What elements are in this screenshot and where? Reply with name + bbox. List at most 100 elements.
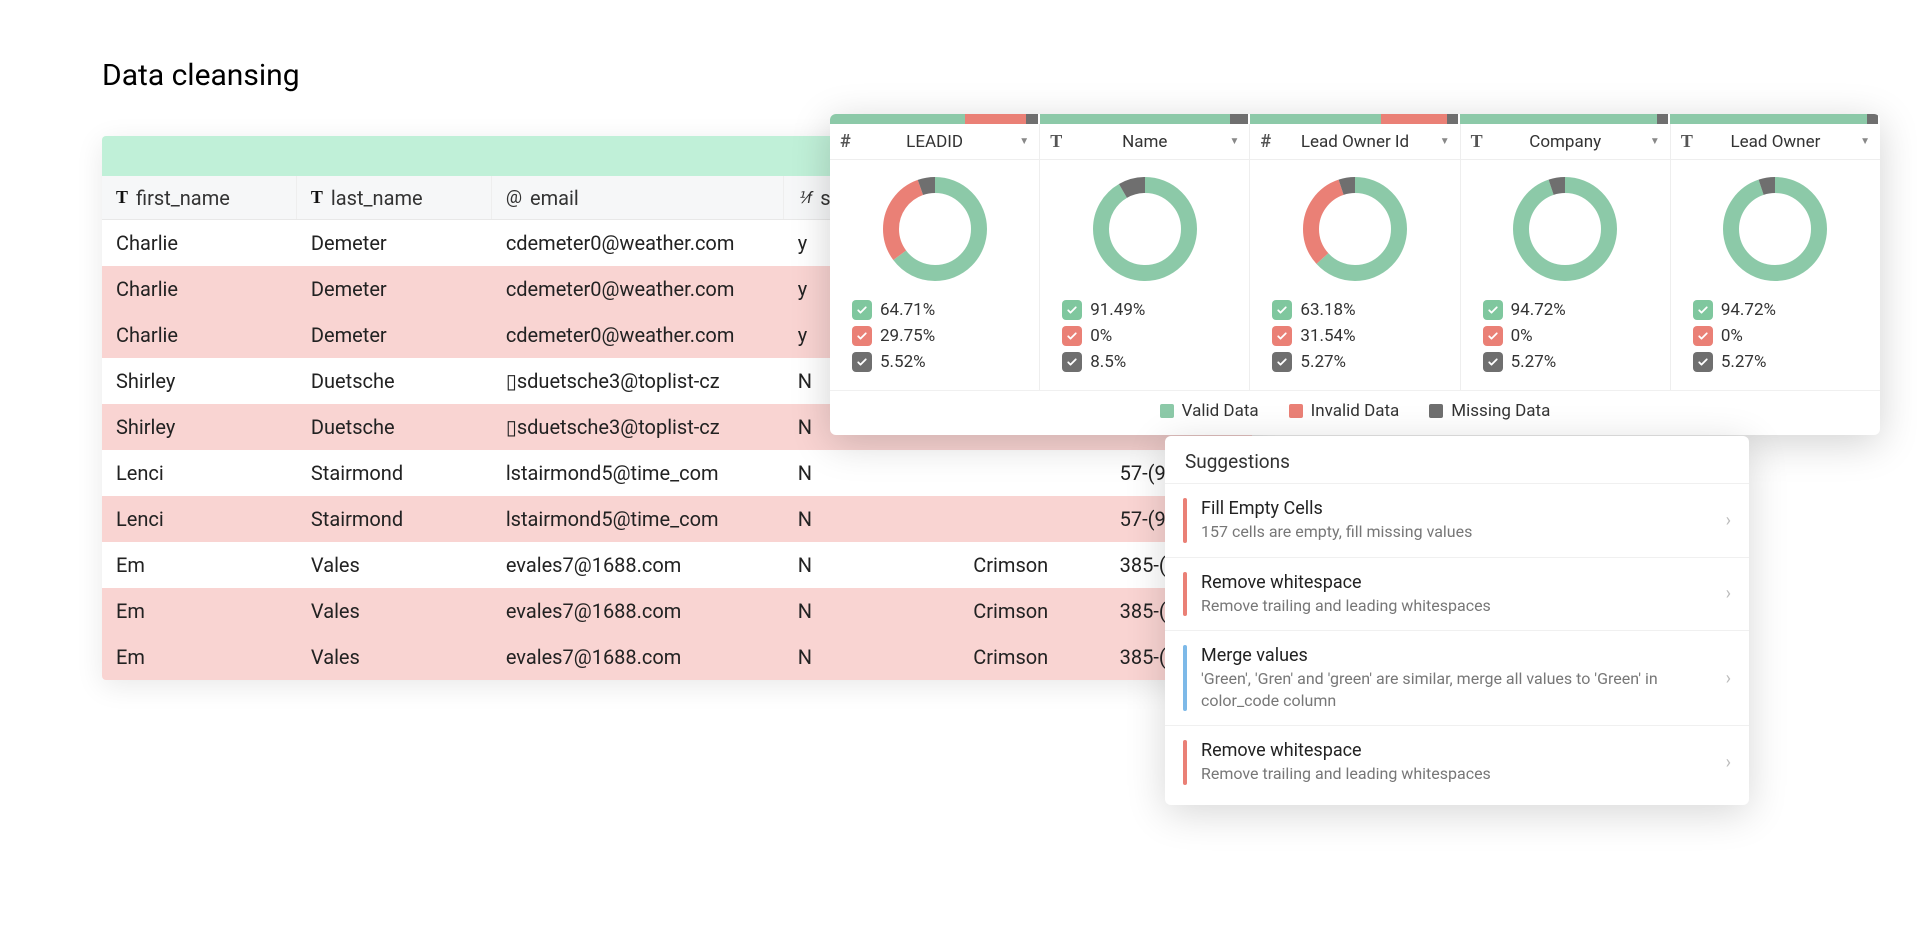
suggestion-item[interactable]: Merge values'Green', 'Gren' and 'green' … <box>1165 630 1749 725</box>
legend-swatch-missing <box>1429 404 1443 418</box>
table-cell: Lenci <box>102 507 297 531</box>
table-cell: cdemeter0@weather.com <box>492 323 784 347</box>
suggestion-item[interactable]: Remove whitespaceRemove trailing and lea… <box>1165 557 1749 631</box>
check-icon <box>852 352 872 372</box>
pct-row-valid: 94.72% <box>1483 300 1648 320</box>
check-icon <box>1483 352 1503 372</box>
suggestion-item[interactable]: Fill Empty Cells157 cells are empty, fil… <box>1165 483 1749 557</box>
table-row[interactable]: LenciStairmondlstairmond5@time_comN57-(9… <box>102 496 1252 542</box>
table-cell: Duetsche <box>297 369 492 393</box>
chevron-right-icon: › <box>1726 752 1731 773</box>
text-type-icon: T <box>311 187 323 208</box>
dropdown-icon[interactable]: ▼ <box>1860 136 1870 147</box>
check-icon <box>1483 326 1503 346</box>
stats-top-bar <box>1040 114 1250 124</box>
check-icon <box>852 300 872 320</box>
stats-card: 63.18%31.54%5.27% <box>1250 160 1460 390</box>
stats-card: 64.71%29.75%5.52% <box>830 160 1040 390</box>
dropdown-icon[interactable]: ▼ <box>1019 136 1029 147</box>
stats-cards-row: 64.71%29.75%5.52%91.49%0%8.5%63.18%31.54… <box>830 160 1880 390</box>
check-icon <box>852 326 872 346</box>
check-icon <box>1062 352 1082 372</box>
pct-value: 5.52% <box>880 352 926 372</box>
chevron-right-icon: › <box>1726 510 1731 531</box>
suggestion-title: Fill Empty Cells <box>1201 498 1712 519</box>
suggestion-accent-bar <box>1183 645 1187 711</box>
suggestion-title: Remove whitespace <box>1201 740 1712 761</box>
table-row[interactable]: EmValesevales7@1688.comNCrimson385-(67 <box>102 588 1252 634</box>
column-header[interactable]: Tlast_name <box>297 176 492 219</box>
pct-value: 29.75% <box>880 326 935 346</box>
table-cell: Em <box>102 599 297 623</box>
check-icon <box>1693 300 1713 320</box>
column-header[interactable]: Tfirst_name <box>102 176 297 219</box>
stats-top-bar <box>1250 114 1460 124</box>
check-icon <box>1693 326 1713 346</box>
check-icon <box>1272 326 1292 346</box>
stats-column-label: Company <box>1529 132 1601 152</box>
table-cell: Duetsche <box>297 415 492 439</box>
dropdown-icon[interactable]: ▼ <box>1650 136 1660 147</box>
stats-column-label: Lead Owner Id <box>1301 132 1409 152</box>
legend-invalid: Invalid Data <box>1289 401 1400 421</box>
table-cell: Demeter <box>297 277 492 301</box>
table-cell: Stairmond <box>297 461 492 485</box>
email-type-icon: @ <box>506 187 522 208</box>
fraction-type-icon: ⅟f <box>798 188 812 207</box>
table-cell: Vales <box>297 645 492 669</box>
stats-column-label: Name <box>1122 132 1167 152</box>
table-row[interactable]: EmValesevales7@1688.comNCrimson385-(67 <box>102 542 1252 588</box>
table-cell: Shirley <box>102 415 297 439</box>
pct-row-invalid: 0% <box>1483 326 1648 346</box>
legend-valid: Valid Data <box>1160 401 1259 421</box>
table-row[interactable]: LenciStairmondlstairmond5@time_comN57-(9… <box>102 450 1252 496</box>
table-cell: cdemeter0@weather.com <box>492 277 784 301</box>
legend-swatch-valid <box>1160 404 1174 418</box>
suggestion-item[interactable]: Remove whitespaceRemove trailing and lea… <box>1165 725 1749 799</box>
pct-row-invalid: 29.75% <box>852 326 1017 346</box>
pct-value: 0% <box>1511 326 1533 346</box>
suggestions-panel: Suggestions Fill Empty Cells157 cells ar… <box>1165 436 1749 805</box>
table-cell: Vales <box>297 599 492 623</box>
column-header-label: last_name <box>331 186 423 210</box>
pct-row-missing: 5.27% <box>1272 352 1437 372</box>
pct-row-missing: 8.5% <box>1062 352 1227 372</box>
table-cell: N <box>784 507 960 531</box>
suggestions-title: Suggestions <box>1165 436 1749 483</box>
stats-column-header[interactable]: LEADID▼ <box>830 124 1040 159</box>
column-header[interactable]: @ email <box>492 176 784 219</box>
check-icon <box>1483 300 1503 320</box>
column-header-label: email <box>530 186 579 210</box>
stats-column-header[interactable]: Lead Owner▼ <box>1671 124 1880 159</box>
pct-value: 5.27% <box>1300 352 1346 372</box>
pct-value: 0% <box>1090 326 1112 346</box>
pct-row-valid: 94.72% <box>1693 300 1858 320</box>
pct-row-valid: 63.18% <box>1272 300 1437 320</box>
dropdown-icon[interactable]: ▼ <box>1440 136 1450 147</box>
table-cell: cdemeter0@weather.com <box>492 231 784 255</box>
table-row[interactable]: EmValesevales7@1688.comNCrimson385-(67 <box>102 634 1252 680</box>
pct-row-valid: 91.49% <box>1062 300 1227 320</box>
dropdown-icon[interactable]: ▼ <box>1230 136 1240 147</box>
suggestion-accent-bar <box>1183 572 1187 617</box>
pct-row-missing: 5.27% <box>1693 352 1858 372</box>
suggestion-desc: Remove trailing and leading whitespaces <box>1201 595 1712 617</box>
table-cell: Em <box>102 553 297 577</box>
table-cell: Demeter <box>297 231 492 255</box>
stats-card: 91.49% 0% 8.5% <box>1040 160 1250 390</box>
pct-value: 94.72% <box>1721 300 1776 320</box>
pct-value: 5.27% <box>1511 352 1557 372</box>
stats-top-bar <box>1460 114 1670 124</box>
table-cell: N <box>784 553 960 577</box>
pct-row-invalid: 0% <box>1693 326 1858 346</box>
stats-card: 94.72% 0% 5.27% <box>1671 160 1880 390</box>
stats-column-header[interactable]: Name ▼ <box>1040 124 1250 159</box>
donut-chart <box>1510 174 1620 284</box>
stats-column-header[interactable]: Lead Owner Id ▼ <box>1250 124 1460 159</box>
legend-swatch-invalid <box>1289 404 1303 418</box>
stats-column-header[interactable]: Company ▼ <box>1461 124 1671 159</box>
table-cell: Crimson <box>959 645 1105 669</box>
column-header-label: first_name <box>136 186 230 210</box>
check-icon <box>1272 352 1292 372</box>
pct-row-invalid: 0% <box>1062 326 1227 346</box>
